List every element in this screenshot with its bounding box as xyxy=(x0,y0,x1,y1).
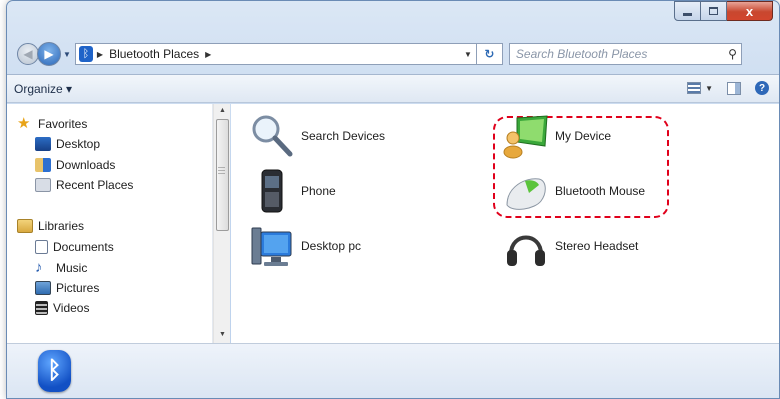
device-label: Search Devices xyxy=(301,129,386,143)
nav-item-label: Documents xyxy=(53,240,114,254)
nav-libraries-label: Libraries xyxy=(38,219,85,233)
recent-places-icon xyxy=(35,178,51,192)
nav-item-label: Pictures xyxy=(56,281,100,295)
breadcrumb-separator-icon[interactable]: ▶ xyxy=(97,50,103,59)
view-dropdown-icon: ▼ xyxy=(705,83,713,93)
address-row: ◀ ▶ ▼ ᛒ ▶ Bluetooth Places ▶ ▼ ↻ Search … xyxy=(17,41,777,67)
command-bar: Organize ▾ ▼ ? xyxy=(7,74,779,103)
nav-item-videos[interactable]: Videos xyxy=(35,301,89,315)
mouse-icon xyxy=(503,167,549,215)
breadcrumb-chevron-icon[interactable]: ▶ xyxy=(205,50,211,59)
nav-item-label: Music xyxy=(56,261,88,275)
organize-button[interactable]: Organize ▾ xyxy=(14,82,72,96)
nav-item-label: Recent Places xyxy=(56,178,134,192)
device-desktop-pc[interactable]: Desktop pc xyxy=(249,222,361,270)
recent-pages-dropdown[interactable]: ▼ xyxy=(63,50,71,59)
navigation-pane: ★ Favorites Desktop Downloads Recent Pla… xyxy=(7,104,213,343)
nav-item-label: Desktop xyxy=(56,137,101,151)
minimize-icon xyxy=(683,12,692,16)
user-computer-icon xyxy=(503,112,549,160)
toolbar-icons: ▼ ? xyxy=(687,81,769,95)
nav-libraries[interactable]: Libraries xyxy=(17,219,84,233)
device-my-device[interactable]: My Device xyxy=(503,112,611,160)
preview-pane-icon[interactable] xyxy=(727,81,741,95)
bluetooth-large-icon: ᛒ xyxy=(38,350,71,392)
address-dropdown-icon[interactable]: ▼ xyxy=(464,50,472,59)
device-label: Stereo Headset xyxy=(555,239,639,253)
device-stereo-headset[interactable]: Stereo Headset xyxy=(503,222,638,270)
device-label: Bluetooth Mouse xyxy=(555,184,646,198)
content-area: Search Devices Phone Desktop pc My Devic… xyxy=(231,104,779,343)
music-icon: ♪ xyxy=(35,259,43,276)
help-icon[interactable]: ? xyxy=(755,81,769,95)
maximize-button[interactable] xyxy=(701,1,727,21)
address-bar[interactable]: ᛒ ▶ Bluetooth Places ▶ ▼ xyxy=(74,43,477,65)
device-search-devices[interactable]: Search Devices xyxy=(249,112,385,160)
device-label: My Device xyxy=(555,129,612,143)
maximize-icon xyxy=(709,7,718,15)
nav-item-recent-places[interactable]: Recent Places xyxy=(35,178,133,192)
videos-icon xyxy=(35,301,48,315)
nav-item-desktop[interactable]: Desktop xyxy=(35,137,100,151)
libraries-icon xyxy=(17,219,33,233)
nav-item-pictures[interactable]: Pictures xyxy=(35,281,99,295)
device-label: Desktop pc xyxy=(301,239,362,253)
nav-item-documents[interactable]: Documents xyxy=(35,240,114,254)
organize-label: Organize xyxy=(14,81,63,96)
device-label: Phone xyxy=(301,184,336,198)
nav-favorites-label: Favorites xyxy=(38,117,88,131)
scroll-down-icon[interactable]: ▼ xyxy=(219,331,226,338)
headset-icon xyxy=(503,222,549,270)
close-icon: x xyxy=(745,3,754,19)
nav-item-music[interactable]: ♪ Music xyxy=(35,259,88,276)
breadcrumb-bluetooth-places[interactable]: Bluetooth Places xyxy=(109,47,199,61)
scrollbar-grip-icon: — — — xyxy=(218,164,225,177)
star-icon: ★ xyxy=(17,115,31,132)
refresh-button[interactable]: ↻ xyxy=(476,43,503,65)
nav-favorites[interactable]: ★ Favorites xyxy=(17,115,88,132)
bluetooth-icon: ᛒ xyxy=(78,46,93,62)
change-view-button[interactable]: ▼ xyxy=(687,82,713,94)
details-pane: ᛒ xyxy=(7,343,779,398)
pictures-icon xyxy=(35,281,51,295)
nav-item-downloads[interactable]: Downloads xyxy=(35,158,115,172)
search-input[interactable]: Search Bluetooth Places ⚲ xyxy=(508,43,742,65)
device-bluetooth-mouse[interactable]: Bluetooth Mouse xyxy=(503,167,645,215)
caption-buttons: x xyxy=(674,1,773,21)
nav-item-label: Videos xyxy=(53,301,90,315)
navigation-scrollbar[interactable]: ▲ — — — ▼ xyxy=(213,104,230,343)
minimize-button[interactable] xyxy=(674,1,701,21)
refresh-icon: ↻ xyxy=(484,47,495,61)
forward-arrow-icon: ▶ xyxy=(44,47,54,61)
search-icon[interactable]: ⚲ xyxy=(728,47,737,61)
close-button[interactable]: x xyxy=(727,1,773,21)
forward-button[interactable]: ▶ xyxy=(37,42,61,66)
scroll-up-icon[interactable]: ▲ xyxy=(219,107,226,114)
device-phone[interactable]: Phone xyxy=(249,167,336,215)
phone-icon xyxy=(249,167,295,215)
back-arrow-icon: ◀ xyxy=(23,47,33,61)
computer-icon xyxy=(249,222,295,270)
desktop-icon xyxy=(35,137,51,151)
downloads-icon xyxy=(35,158,51,172)
magnifier-icon xyxy=(249,112,295,160)
explorer-window: x ◀ ▶ ▼ ᛒ ▶ Bluetooth Places ▶ ▼ ↻ Searc… xyxy=(6,0,780,399)
documents-icon xyxy=(35,240,48,254)
change-view-icon xyxy=(687,82,702,94)
search-placeholder: Search Bluetooth Places xyxy=(515,47,648,61)
nav-item-label: Downloads xyxy=(56,158,116,172)
back-button[interactable]: ◀ xyxy=(17,43,39,65)
